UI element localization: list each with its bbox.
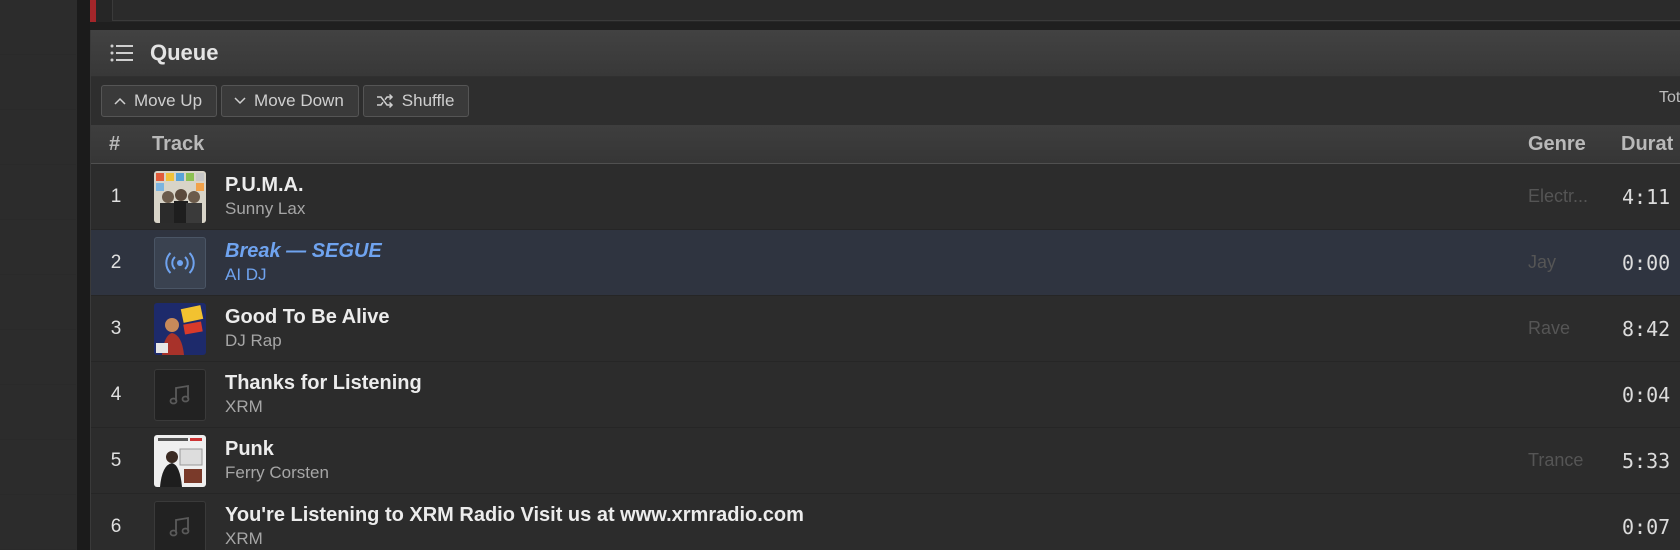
track-number: 6	[110, 516, 122, 537]
album-art	[154, 303, 206, 355]
track-duration: 8:42	[1622, 317, 1671, 341]
track-artist: Sunny Lax	[225, 199, 306, 218]
top-panel	[90, 0, 1680, 22]
track-number: 2	[110, 252, 122, 273]
track-artist: AI DJ	[225, 265, 267, 284]
column-header-number[interactable]: #	[109, 133, 120, 156]
track-number: 3	[110, 318, 122, 339]
red-accent-bar	[90, 0, 96, 22]
chevron-up-icon	[114, 97, 126, 105]
track-duration: 5:33	[1622, 449, 1671, 473]
track-duration: 0:04	[1622, 383, 1671, 407]
album-art	[154, 171, 206, 223]
table-row-active[interactable]: 2 Break — SEGUE AI DJ Jay 0:00	[91, 230, 1680, 296]
track-artist: Ferry Corsten	[225, 463, 329, 482]
table-row[interactable]: 1 P.U.M.A. Sunny Lax Electr... 4:11	[91, 164, 1680, 230]
queue-panel: Queue Move Up Move Down Shuffle Tot # Tr…	[90, 30, 1680, 550]
track-genre: Trance	[1528, 450, 1584, 470]
move-up-button[interactable]: Move Up	[101, 85, 218, 117]
track-genre: Electr...	[1528, 186, 1589, 206]
track-number: 5	[110, 450, 122, 471]
top-panel-inner	[112, 0, 1680, 21]
move-down-button[interactable]: Move Down	[221, 85, 359, 117]
track-number: 4	[110, 384, 122, 405]
track-artist: DJ Rap	[225, 331, 282, 350]
queue-title: Queue	[150, 40, 219, 65]
queue-toolbar: Move Up Move Down Shuffle Tot	[91, 77, 1680, 125]
column-header-row: # Track Genre Durat	[91, 125, 1680, 164]
app-window: Queue Move Up Move Down Shuffle Tot # Tr…	[0, 0, 1680, 550]
chevron-down-icon	[234, 97, 246, 105]
track-artist: XRM	[225, 397, 263, 416]
queue-header: Queue	[91, 30, 1680, 77]
column-header-duration[interactable]: Durat	[1621, 133, 1680, 156]
total-label: Tot	[1659, 89, 1680, 106]
table-row[interactable]: 5 Punk Ferry Corsten Trance 5:33	[91, 428, 1680, 494]
track-genre: Rave	[1528, 318, 1571, 338]
shuffle-icon	[376, 93, 393, 109]
track-title: Thanks for Listening	[225, 372, 422, 394]
track-title: P.U.M.A.	[225, 174, 304, 196]
track-duration: 0:07	[1622, 515, 1671, 539]
shuffle-label: Shuffle	[401, 91, 455, 110]
track-artist: XRM	[225, 529, 263, 548]
music-note-icon	[154, 369, 206, 421]
music-note-icon	[154, 501, 206, 550]
track-title: You're Listening to XRM Radio Visit us a…	[225, 504, 804, 526]
left-sidebar	[0, 0, 77, 550]
panel-gutter	[77, 0, 90, 550]
shuffle-button[interactable]: Shuffle	[362, 85, 470, 117]
list-icon	[110, 44, 133, 62]
track-title: Punk	[225, 438, 274, 460]
track-title: Break — SEGUE	[225, 240, 382, 262]
track-duration: 0:00	[1622, 251, 1671, 275]
column-header-track[interactable]: Track	[152, 133, 204, 156]
move-up-label: Move Up	[134, 91, 203, 110]
track-title: Good To Be Alive	[225, 306, 390, 328]
radio-icon	[154, 237, 206, 289]
track-genre: Jay	[1528, 252, 1557, 272]
table-row[interactable]: 6 You're Listening to XRM Radio Visit us…	[91, 494, 1680, 550]
table-row[interactable]: 3 Good To Be Alive DJ Rap Rave 8:42	[91, 296, 1680, 362]
table-row[interactable]: 4 Thanks for Listening XRM 0:04	[91, 362, 1680, 428]
track-duration: 4:11	[1622, 185, 1671, 209]
column-header-genre[interactable]: Genre	[1528, 133, 1586, 156]
track-number: 1	[110, 186, 122, 207]
album-art	[154, 435, 206, 487]
move-down-label: Move Down	[254, 91, 344, 110]
